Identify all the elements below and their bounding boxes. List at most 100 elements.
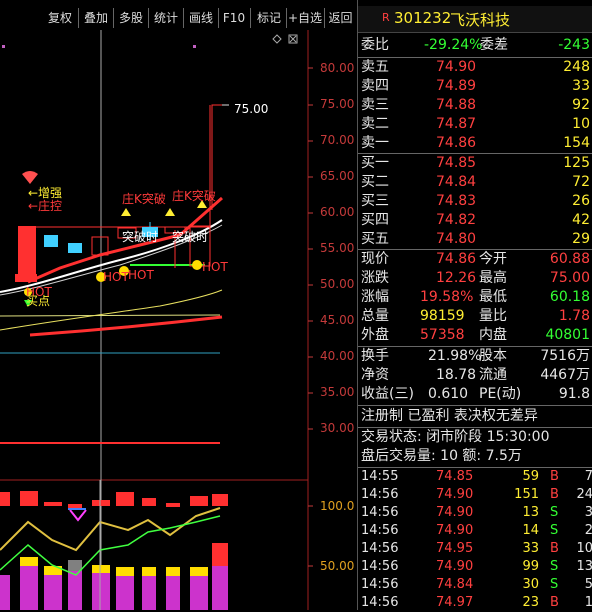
stat-row: 外盘 57358 内盘 40801: [358, 326, 592, 345]
bid-row[interactable]: 买二 74.84 72: [358, 173, 592, 192]
stat-label: 涨幅: [361, 289, 389, 305]
bid-row[interactable]: 买一 74.85 125: [358, 154, 592, 173]
ask-price: 74.87: [436, 116, 477, 132]
tick-volume: 151: [514, 487, 539, 502]
bid-row[interactable]: 买五 74.80 29: [358, 230, 592, 249]
bid-row[interactable]: 买四 74.82 42: [358, 211, 592, 230]
after-hours-text: 盘后交易量: 10 额: 7.5万: [361, 448, 522, 464]
tick-price: 74.97: [436, 595, 474, 610]
stat-row: 换手 21.98% 股本 7516万: [358, 347, 592, 366]
draw-line-button[interactable]: 画线: [185, 6, 217, 30]
listing-notice-text: 注册制 已盈利 表决权无差异: [361, 408, 538, 424]
price-axis-label: 65.00: [320, 169, 355, 183]
ask-price: 74.88: [436, 97, 477, 113]
tick-count: 3: [584, 505, 592, 520]
tick-volume: 33: [522, 541, 539, 556]
price-axis-label: 60.00: [320, 205, 355, 219]
f10-button[interactable]: F10: [220, 6, 248, 30]
stat-value: 75.00: [549, 270, 590, 286]
bid-price: 74.82: [436, 212, 477, 228]
stat-row: 涨跌 12.26 最高 75.00: [358, 269, 592, 288]
toolbar-divider: [250, 8, 251, 28]
stat-row: 净资 18.78 流通 4467万: [358, 366, 592, 385]
bid-price: 74.83: [436, 193, 477, 209]
tick-count: 7: [584, 469, 592, 484]
buy-point-label: 买点: [26, 294, 51, 308]
bid-price: 74.80: [436, 231, 477, 247]
stock-header: R 301232 飞沃科技: [358, 6, 592, 33]
overlay-button[interactable]: 叠加: [80, 6, 112, 30]
statistics-button[interactable]: 统计: [150, 6, 182, 30]
stat-value: 60.88: [549, 251, 590, 267]
ask-row[interactable]: 卖三 74.88 92: [358, 96, 592, 115]
tick-count: 1: [584, 595, 592, 610]
mark-button[interactable]: 标记: [253, 6, 285, 30]
price-axis-label: 45.00: [320, 313, 355, 327]
add-favorite-button[interactable]: +自选: [287, 6, 323, 30]
tick-volume: 13: [522, 505, 539, 520]
price-axis-label: 30.00: [320, 421, 355, 435]
breakout-label: 突破时: [172, 230, 209, 244]
stat-label: 外盘: [361, 327, 389, 343]
stat-value: 74.86: [436, 251, 477, 267]
stat-label: PE(动): [479, 386, 522, 402]
ask-volume: 248: [563, 59, 590, 75]
zhuangk-breakout-label: 庄K突破: [172, 189, 216, 203]
stat-label: 涨跌: [361, 270, 389, 286]
toolbar-divider: [113, 8, 114, 28]
rzrq-badge: R: [382, 11, 390, 24]
volume-axis-label: 50.00: [320, 559, 355, 573]
volume-axis-label: 100.0: [320, 499, 355, 513]
kline-canvas: [0, 30, 313, 610]
tick-direction: S: [550, 523, 559, 538]
high-price-tag: 75.00: [234, 102, 269, 116]
tick-price: 74.90: [436, 505, 474, 520]
ask-volume: 154: [563, 135, 590, 151]
fuquan-button[interactable]: 复权: [44, 6, 76, 30]
price-axis-label: 50.00: [320, 277, 355, 291]
stat-label: 量比: [479, 308, 507, 324]
stat-label: 总量: [361, 308, 389, 324]
ask-volume: 92: [572, 97, 590, 113]
tick-volume: 59: [522, 469, 539, 484]
stat-value: 0.610: [428, 386, 469, 402]
tick-direction: B: [550, 469, 559, 484]
stat-value: 40801: [545, 327, 590, 343]
toolbar-divider: [78, 8, 79, 28]
tick-price: 74.90: [436, 487, 474, 502]
ask-row[interactable]: 卖五 74.90 248: [358, 58, 592, 77]
bid-row[interactable]: 买三 74.83 26: [358, 192, 592, 211]
price-axis-label: 70.00: [320, 133, 355, 147]
stat-value: 1.78: [558, 308, 590, 324]
price-axis-label: 55.00: [320, 241, 355, 255]
price-axis-label: 80.00: [320, 61, 355, 75]
order-ratio-row: 委比 -29.24% 委差 -243: [358, 36, 592, 55]
ask-row[interactable]: 卖二 74.87 10: [358, 115, 592, 134]
trade-status-text: 交易状态: 闭市阶段 15:30:00: [361, 429, 550, 445]
back-button[interactable]: 返回: [325, 6, 356, 30]
ask-row[interactable]: 卖四 74.89 33: [358, 77, 592, 96]
order-ratio-value: -29.24%: [424, 37, 483, 53]
tick-volume: 14: [522, 523, 539, 538]
tick-count: 2: [584, 523, 592, 538]
tick-count: 24: [576, 487, 592, 502]
ask-price: 74.89: [436, 78, 477, 94]
multi-stock-button[interactable]: 多股: [115, 6, 147, 30]
tick-time: 14:56: [361, 523, 399, 538]
stat-row: 现价 74.86 今开 60.88: [358, 250, 592, 269]
tick-direction: B: [550, 541, 559, 556]
stat-value: 4467万: [540, 367, 590, 383]
zhuangkong-label: ←庄控: [28, 199, 63, 213]
bid-volume: 29: [572, 231, 590, 247]
stat-value: 60.18: [549, 289, 590, 305]
ask-price: 74.86: [436, 135, 477, 151]
ask-level-label: 卖一: [361, 135, 389, 151]
stat-label: 净资: [361, 367, 389, 383]
stat-label: 股本: [479, 348, 507, 364]
ask-level-label: 卖三: [361, 97, 389, 113]
bid-volume: 26: [572, 193, 590, 209]
kline-chart[interactable]: 80.00 75.00 70.00 65.00 60.00 55.00 50.0…: [0, 30, 356, 610]
tick-row: 14:56 74.90 13 S 3: [358, 504, 592, 522]
ask-row[interactable]: 卖一 74.86 154: [358, 134, 592, 153]
stat-label: 今开: [479, 251, 507, 267]
